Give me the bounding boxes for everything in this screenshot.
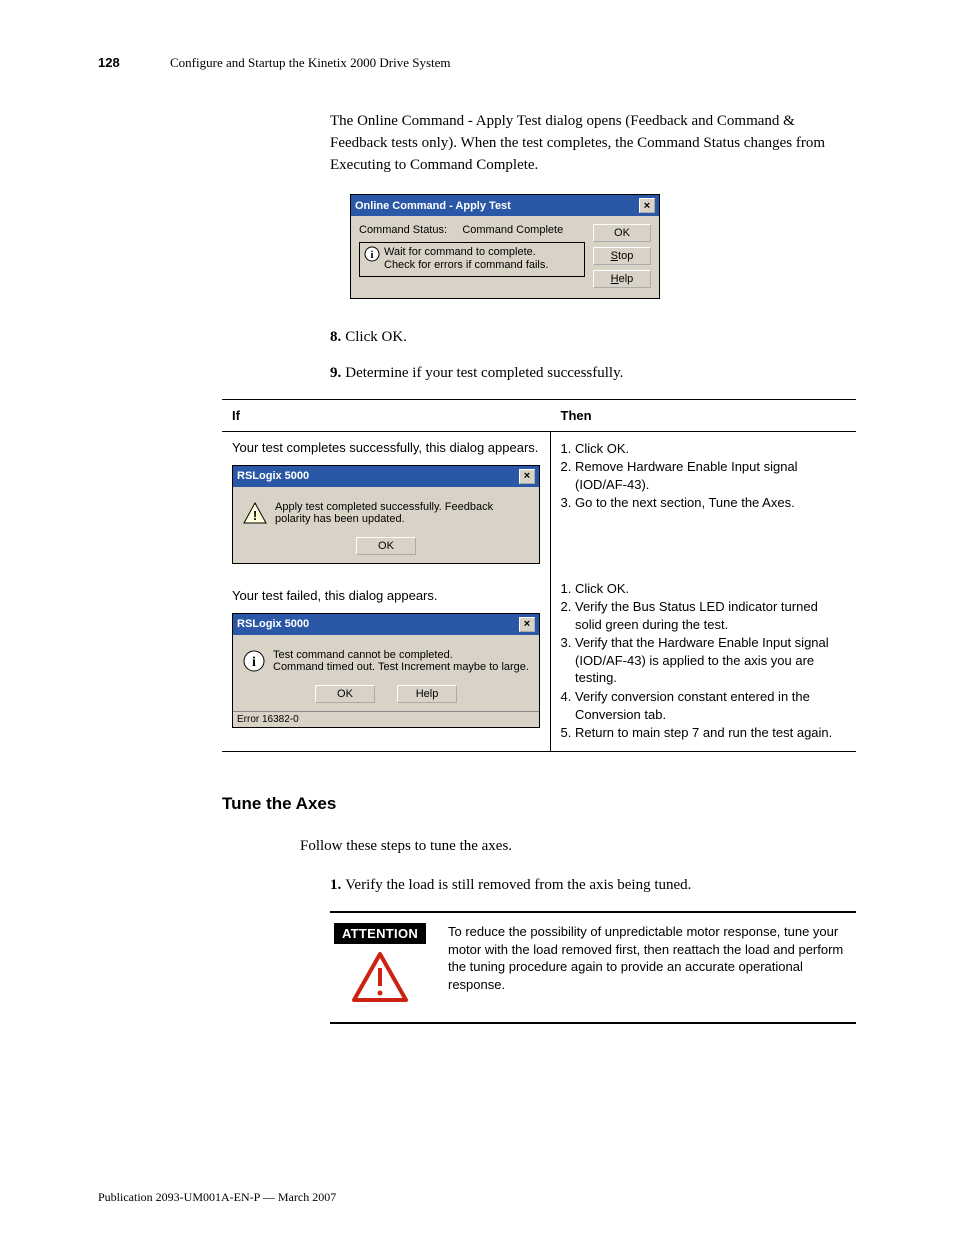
warning-icon: ! [243,502,267,524]
then-list: Click OK. Verify the Bus Status LED indi… [575,580,846,742]
info-line2: Check for errors if command fails. [384,259,548,271]
if-then-table: If Then Your test completes successfully… [222,399,856,752]
intro-paragraph: The Online Command - Apply Test dialog o… [330,111,856,176]
page-number: 128 [98,55,170,70]
then-item: Verify that the Hardware Enable Input si… [575,634,846,687]
ok-button[interactable]: OK [356,537,416,555]
then-item: Verify the Bus Status LED indicator turn… [575,598,846,633]
section-title: Configure and Startup the Kinetix 2000 D… [170,55,451,71]
status-label: Command Status: [359,224,447,236]
ok-button[interactable]: OK [315,685,375,703]
info-icon: i [243,650,265,672]
success-dialog: RSLogix 5000× ! Apply test completed suc… [232,465,540,564]
step-text: Verify the load is still removed from th… [345,877,691,893]
subsection-heading: Tune the Axes [222,794,856,814]
attention-text: To reduce the possibility of unpredictab… [448,923,856,1010]
then-item: Remove Hardware Enable Input signal (IOD… [575,458,846,493]
close-icon[interactable]: × [519,469,535,484]
step-number: 9. [330,365,341,381]
if-text: Your test completes successfully, this d… [232,440,540,455]
if-header: If [222,399,551,431]
page-header: 128 Configure and Startup the Kinetix 20… [98,55,856,79]
dialog-title: Online Command - Apply Test [355,200,639,212]
then-list: Click OK. Remove Hardware Enable Input s… [575,440,846,512]
tune-lead: Follow these steps to tune the axes. [300,836,856,858]
step-text: Click OK. [345,329,407,345]
apply-test-dialog: Online Command - Apply Test × Command St… [350,194,660,299]
then-item: Verify conversion constant entered in th… [575,688,846,723]
error-dialog: RSLogix 5000× i Test command cannot be c… [232,613,540,728]
help-button[interactable]: Help [593,270,651,288]
close-icon[interactable]: × [639,198,655,213]
error-line1: Test command cannot be completed. [273,649,453,661]
dialog-title: RSLogix 5000 [237,618,519,630]
then-item: Click OK. [575,440,846,458]
ok-button[interactable]: OK [593,224,651,242]
attention-icon [352,952,408,1010]
info-box: i Wait for command to complete. Check fo… [359,242,585,276]
step-number: 8. [330,329,341,345]
error-code: Error 16382-0 [233,711,539,727]
if-text: Your test failed, this dialog appears. [232,588,540,603]
then-item: Return to main step 7 and run the test a… [575,724,846,742]
attention-box: ATTENTION To reduce the possibility of u… [330,911,856,1024]
dialog-title: RSLogix 5000 [237,470,519,482]
then-item: Go to the next section, Tune the Axes. [575,494,846,512]
error-line2: Command timed out. Test Increment maybe … [273,661,529,673]
publication-footer: Publication 2093-UM001A-EN-P — March 200… [98,1190,336,1205]
step-text: Determine if your test completed success… [345,365,623,381]
svg-text:i: i [252,655,256,670]
dialog-titlebar: Online Command - Apply Test × [351,195,659,216]
close-icon[interactable]: × [519,617,535,632]
info-line1: Wait for command to complete. [384,246,536,258]
svg-text:i: i [370,249,373,261]
svg-text:!: ! [253,508,257,523]
info-icon: i [364,246,380,272]
status-value: Command Complete [462,224,563,236]
help-button[interactable]: Help [397,685,457,703]
attention-label: ATTENTION [334,923,426,944]
step-number: 1. [330,877,341,893]
then-header: Then [551,399,857,431]
stop-button[interactable]: Stop [593,247,651,265]
then-item: Click OK. [575,580,846,598]
dialog-message: Apply test completed successfully. Feedb… [275,501,529,525]
